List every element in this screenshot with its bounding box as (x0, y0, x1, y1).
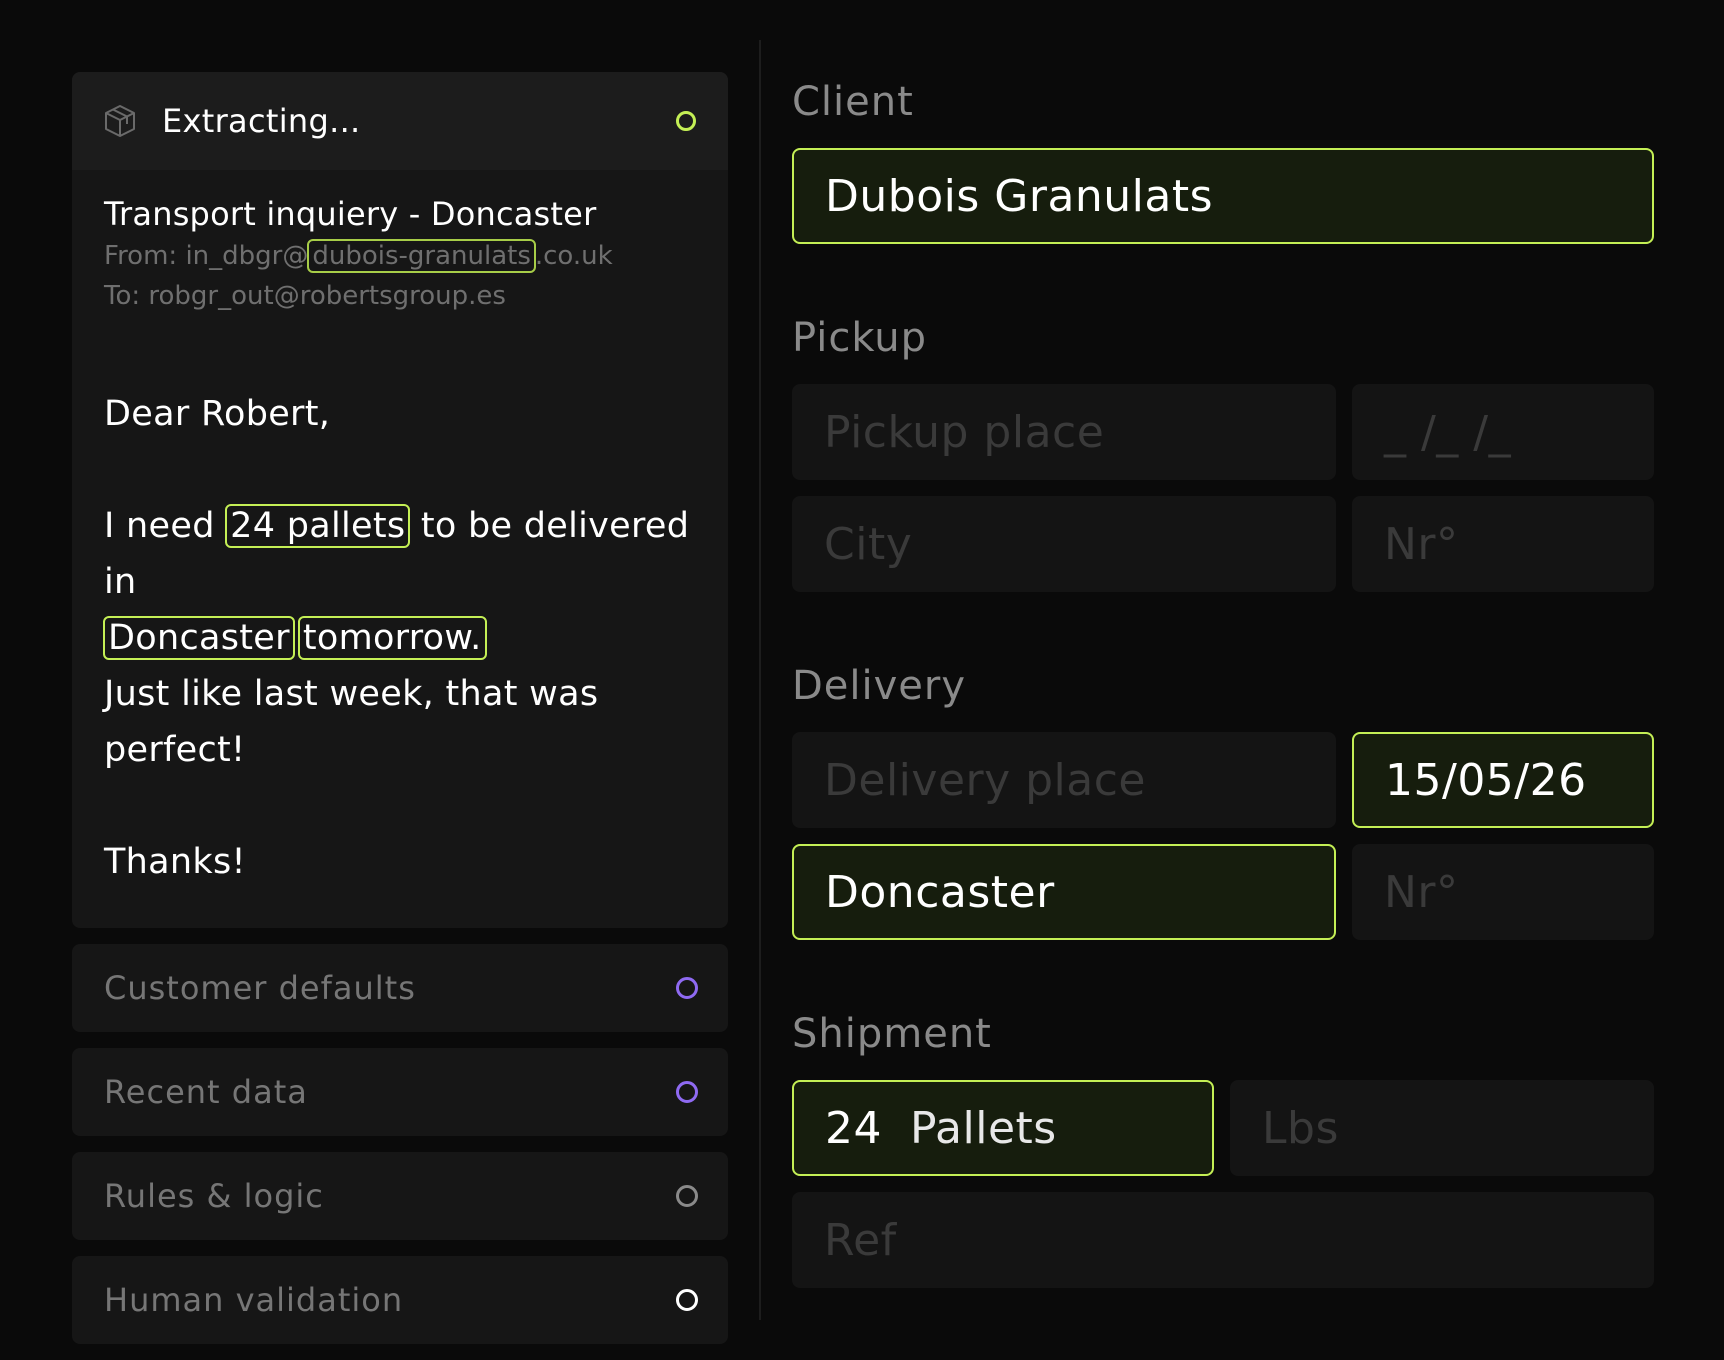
step-status-ring (676, 1289, 698, 1311)
shipment-quantity-field[interactable]: 24 Pallets (792, 1080, 1214, 1176)
email-body: Dear Robert, I need 24 pallets to be del… (103, 386, 696, 890)
email-card: Extracting... Transport inquiery - Donca… (72, 72, 728, 928)
shipment-ref-field[interactable]: Ref (792, 1192, 1654, 1288)
highlight-quantity: 24 pallets (225, 504, 411, 548)
pickup-city-field[interactable]: City (792, 496, 1336, 592)
pickup-date-field[interactable]: _ /_ /_ (1352, 384, 1654, 480)
section-title-pickup: Pickup (792, 315, 928, 361)
step-label: Human validation (104, 1281, 404, 1319)
pickup-place-field[interactable]: Pickup place (792, 384, 1336, 480)
step-label: Recent data (104, 1073, 308, 1111)
shipment-unit: Pallets (910, 1102, 1057, 1154)
step-label: Customer defaults (104, 969, 416, 1007)
email-to: To: robgr_out@robertsgroup.es (104, 281, 506, 311)
step-recent-data[interactable]: Recent data (72, 1048, 728, 1136)
pickup-nr-field[interactable]: Nr° (1352, 496, 1654, 592)
app: Extracting... Transport inquiery - Donca… (0, 0, 1724, 1360)
highlight-client-domain: dubois-granulats (307, 239, 536, 273)
highlight-date: tomorrow. (297, 616, 487, 660)
email-text: I need (104, 506, 227, 546)
email-from: From: in_dbgr@ dubois-granulats .co.uk (104, 234, 696, 278)
email-line: Just like last week, that was (104, 674, 599, 714)
step-status-ring (676, 977, 698, 999)
section-title-delivery: Delivery (792, 663, 967, 709)
email-greeting: Dear Robert, (104, 394, 331, 434)
panel-divider (759, 40, 761, 1320)
email-from-suffix: .co.uk (534, 241, 613, 271)
extraction-panel: Extracting... Transport inquiery - Donca… (72, 72, 728, 1344)
extraction-status-label: Extracting... (162, 102, 361, 140)
extraction-header: Extracting... (72, 72, 728, 170)
step-status-ring (676, 1185, 698, 1207)
delivery-city-field[interactable]: Doncaster (792, 844, 1336, 940)
step-rules-logic[interactable]: Rules & logic (72, 1152, 728, 1240)
email-content: Transport inquiery - Doncaster From: in_… (72, 170, 728, 928)
email-line: perfect! (104, 730, 246, 770)
step-human-validation[interactable]: Human validation (72, 1256, 728, 1344)
delivery-nr-field[interactable]: Nr° (1352, 844, 1654, 940)
shipment-weight-field[interactable]: Lbs (1230, 1080, 1654, 1176)
extraction-status-indicator (676, 111, 696, 131)
highlight-city: Doncaster (103, 616, 295, 660)
delivery-date-field[interactable]: 15/05/26 (1352, 732, 1654, 828)
shipment-quantity-value: 24 (825, 1102, 882, 1154)
section-title-shipment: Shipment (792, 1011, 992, 1057)
client-field[interactable]: Dubois Granulats (792, 148, 1654, 244)
email-line: I need 24 pallets to be delivered in (104, 498, 696, 610)
section-title-client: Client (792, 79, 914, 125)
email-signoff: Thanks! (104, 842, 246, 882)
step-status-ring (676, 1081, 698, 1103)
delivery-place-field[interactable]: Delivery place (792, 732, 1336, 828)
step-label: Rules & logic (104, 1177, 324, 1215)
cube-icon (102, 103, 138, 139)
email-subject: Transport inquiery - Doncaster (104, 195, 597, 233)
email-from-prefix: From: in_dbgr@ (104, 241, 309, 271)
step-customer-defaults[interactable]: Customer defaults (72, 944, 728, 1032)
email-line: Doncaster tomorrow. (103, 610, 696, 666)
